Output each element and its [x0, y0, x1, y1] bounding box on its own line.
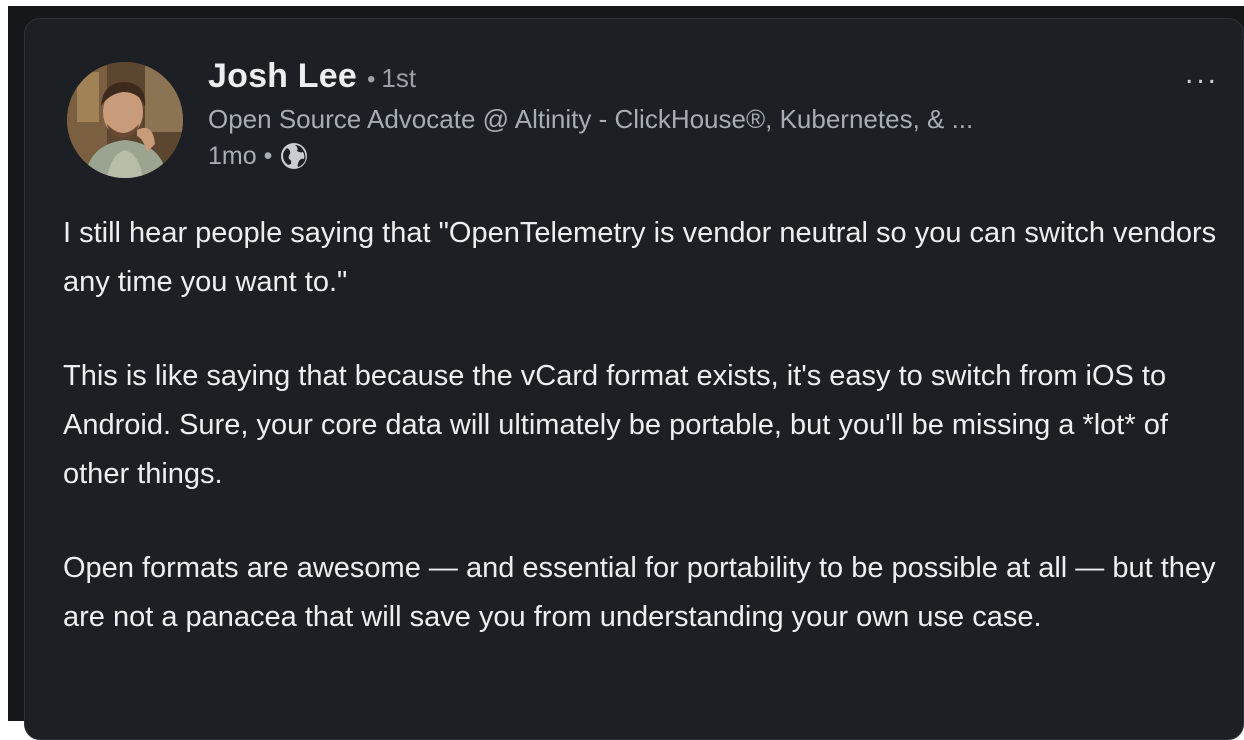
post-paragraph: I still hear people saying that "OpenTel… [63, 217, 1217, 298]
post-time: 1mo [208, 141, 257, 170]
post-body: I still hear people saying that "OpenTel… [63, 209, 1223, 687]
more-options-button[interactable]: ... [1185, 59, 1219, 89]
post-meta: 1mo • [208, 141, 973, 171]
author-name-row: Josh Lee • 1st [208, 57, 973, 96]
name-separator: • [367, 66, 376, 93]
author-name[interactable]: Josh Lee [208, 57, 357, 96]
avatar-photo [67, 62, 183, 178]
meta-separator: • [263, 141, 273, 170]
globe-icon [279, 141, 309, 171]
connection-degree: 1st [381, 63, 417, 93]
screenshot-frame: Josh Lee • 1st Open Source Advocate @ Al… [8, 6, 1244, 740]
post-paragraph: This is like saying that because the vCa… [63, 360, 1168, 490]
post-paragraph: Open formats are awesome — and essential… [63, 552, 1216, 633]
post-header: Josh Lee • 1st Open Source Advocate @ Al… [208, 57, 973, 171]
post-card: Josh Lee • 1st Open Source Advocate @ Al… [24, 18, 1244, 740]
author-avatar[interactable] [67, 62, 183, 178]
author-headline: Open Source Advocate @ Altinity - ClickH… [208, 104, 974, 134]
